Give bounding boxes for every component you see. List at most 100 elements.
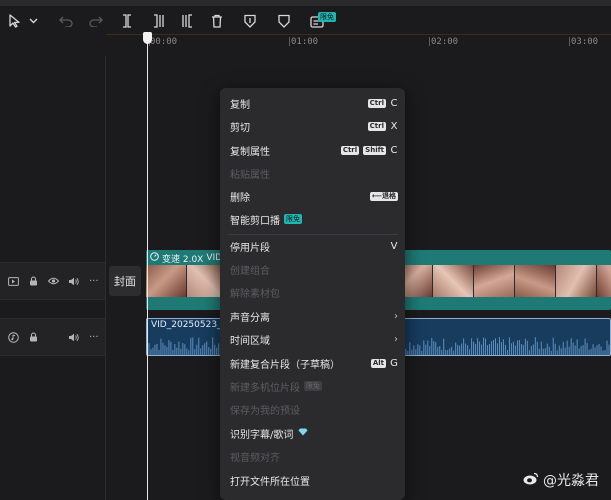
thumbnail xyxy=(515,265,556,297)
thumbnail xyxy=(146,265,187,297)
speaker-icon[interactable] xyxy=(68,263,79,299)
lock-icon[interactable] xyxy=(29,263,38,299)
menu-item-smart-cut[interactable]: 智能剪口播 限免 xyxy=(230,209,398,229)
menu-item-new-compound[interactable]: 新建复合片段（子草稿） Alt G xyxy=(230,353,398,373)
split-right-icon[interactable] xyxy=(181,12,195,30)
more-icon[interactable]: ··· xyxy=(89,263,99,299)
audio-clip-name: VID_20250523_1 xyxy=(151,320,228,330)
chevron-right-icon: › xyxy=(394,310,398,322)
key-letter: C xyxy=(390,97,398,109)
playhead-handle[interactable] xyxy=(143,32,152,44)
menu-item-recognize-lyrics[interactable]: 识别字幕/歌词 xyxy=(230,423,398,443)
thumbnail xyxy=(556,265,597,297)
watermark: @光淼君 xyxy=(523,470,599,490)
timeline-ruler[interactable]: 00:00 01:00 02:00 03:00 xyxy=(106,34,611,48)
undo-icon[interactable] xyxy=(58,12,74,30)
mark-shield-icon[interactable] xyxy=(243,12,257,30)
chevron-down-icon[interactable] xyxy=(28,12,38,30)
key-ctrl: Ctrl xyxy=(340,145,360,155)
shortcut: Ctrl Shift C xyxy=(340,144,398,156)
thumbnail xyxy=(474,265,515,297)
menu-item-label: 删除 xyxy=(230,192,250,204)
free-badge: 限免 xyxy=(284,214,302,224)
track-header-divider xyxy=(105,56,106,500)
ruler-mark: 01:00 xyxy=(291,37,319,47)
menu-item-disable-clip[interactable]: 停用片段 V xyxy=(230,236,398,256)
ruler-tick xyxy=(289,37,290,46)
chevron-right-icon: › xyxy=(394,333,398,345)
ruler-tick xyxy=(569,37,570,46)
menu-separator xyxy=(228,234,398,235)
menu-item-delete[interactable]: 删除 ⟵退格 xyxy=(230,186,398,206)
split-left-icon[interactable] xyxy=(151,12,165,30)
video-clip-label: 变速 2.0X VID xyxy=(150,252,222,265)
menu-item-label: 视音频对齐 xyxy=(230,452,280,464)
menu-item-label: 复制属性 xyxy=(230,146,270,158)
shortcut: Alt G xyxy=(370,357,398,369)
menu-item-label: 剪切 xyxy=(230,122,250,134)
video-track-header: ··· xyxy=(0,262,105,300)
menu-item-label: 识别字幕/歌词 xyxy=(230,429,294,441)
menu-item-audio-separate[interactable]: 声音分离 › xyxy=(230,306,398,326)
menu-item-label: 创建组合 xyxy=(230,265,270,277)
menu-item-new-multicam: 新建多机位片段 限免 xyxy=(230,376,398,396)
timeline-toolbar: 限免 xyxy=(0,6,611,34)
key-backspace: ⟵退格 xyxy=(369,191,398,201)
split-icon[interactable] xyxy=(120,12,134,30)
thumbnail xyxy=(433,265,474,297)
diamond-icon xyxy=(298,428,308,439)
context-menu: 复制 Ctrl C 剪切 Ctrl X 复制属性 Ctrl Shift C 粘贴属性 删… xyxy=(220,88,405,500)
menu-item-copy[interactable]: 复制 Ctrl C xyxy=(230,93,398,113)
menu-item-label: 新建多机位片段 xyxy=(230,382,300,394)
menu-item-paste-properties: 粘贴属性 xyxy=(230,163,398,183)
key-ctrl: Ctrl xyxy=(367,121,386,131)
menu-item-label: 声音分离 xyxy=(230,312,270,324)
eye-icon[interactable] xyxy=(48,263,59,299)
menu-item-label: 智能剪口播 xyxy=(230,215,280,227)
key-letter: G xyxy=(390,357,398,369)
redo-icon[interactable] xyxy=(88,12,104,30)
key-shift: Shift xyxy=(363,145,386,155)
speed-label: 变速 2.0X xyxy=(162,254,204,265)
key-letter: C xyxy=(390,144,398,156)
cover-button[interactable]: 封面 xyxy=(109,266,141,296)
marker-icon[interactable] xyxy=(277,12,291,30)
free-badge: 限免 xyxy=(318,12,336,22)
menu-item-video-align: 视音频对齐 xyxy=(230,446,398,466)
menu-item-create-combo: 创建组合 xyxy=(230,259,398,279)
menu-item-label: 新建复合片段（子草稿） xyxy=(230,359,340,371)
menu-item-label: 打开文件所在位置 xyxy=(230,476,310,488)
speaker-icon[interactable] xyxy=(68,319,79,355)
key-letter: V xyxy=(390,240,398,252)
key-ctrl: Ctrl xyxy=(367,98,386,108)
track-type-audio-icon xyxy=(8,319,19,355)
shortcut: ⟵退格 xyxy=(369,191,398,201)
playhead-line xyxy=(147,40,148,500)
track-type-video-icon xyxy=(8,263,19,299)
audio-track-header: ··· xyxy=(0,318,105,356)
shortcut: Ctrl X xyxy=(367,120,398,132)
ruler-tick xyxy=(429,37,430,46)
delete-icon[interactable] xyxy=(210,12,224,30)
lock-icon[interactable] xyxy=(29,319,38,355)
ruler-mark: 00:00 xyxy=(150,37,178,47)
menu-item-label: 复制 xyxy=(230,99,250,111)
menu-item-label: 时间区域 xyxy=(230,335,270,347)
menu-item-copy-properties[interactable]: 复制属性 Ctrl Shift C xyxy=(230,140,398,160)
watermark-text: @光淼君 xyxy=(543,473,599,489)
menu-item-open-location[interactable]: 打开文件所在位置 xyxy=(230,470,398,490)
thumbnail xyxy=(597,265,611,297)
shortcut: V xyxy=(390,241,398,252)
select-cursor-icon[interactable] xyxy=(8,12,22,30)
menu-item-label: 解除素材包 xyxy=(230,288,280,300)
shortcut: Ctrl C xyxy=(367,97,398,109)
menu-item-cut[interactable]: 剪切 Ctrl X xyxy=(230,116,398,136)
cover-label: 封面 xyxy=(114,275,136,288)
ruler-mark: 03:00 xyxy=(571,37,599,47)
key-alt: Alt xyxy=(370,358,386,368)
menu-item-save-preset: 保存为我的预设 xyxy=(230,399,398,419)
free-badge: 限免 xyxy=(304,381,322,391)
more-icon[interactable]: ··· xyxy=(89,319,99,355)
menu-item-time-range[interactable]: 时间区域 › xyxy=(230,329,398,349)
key-letter: X xyxy=(390,120,398,132)
